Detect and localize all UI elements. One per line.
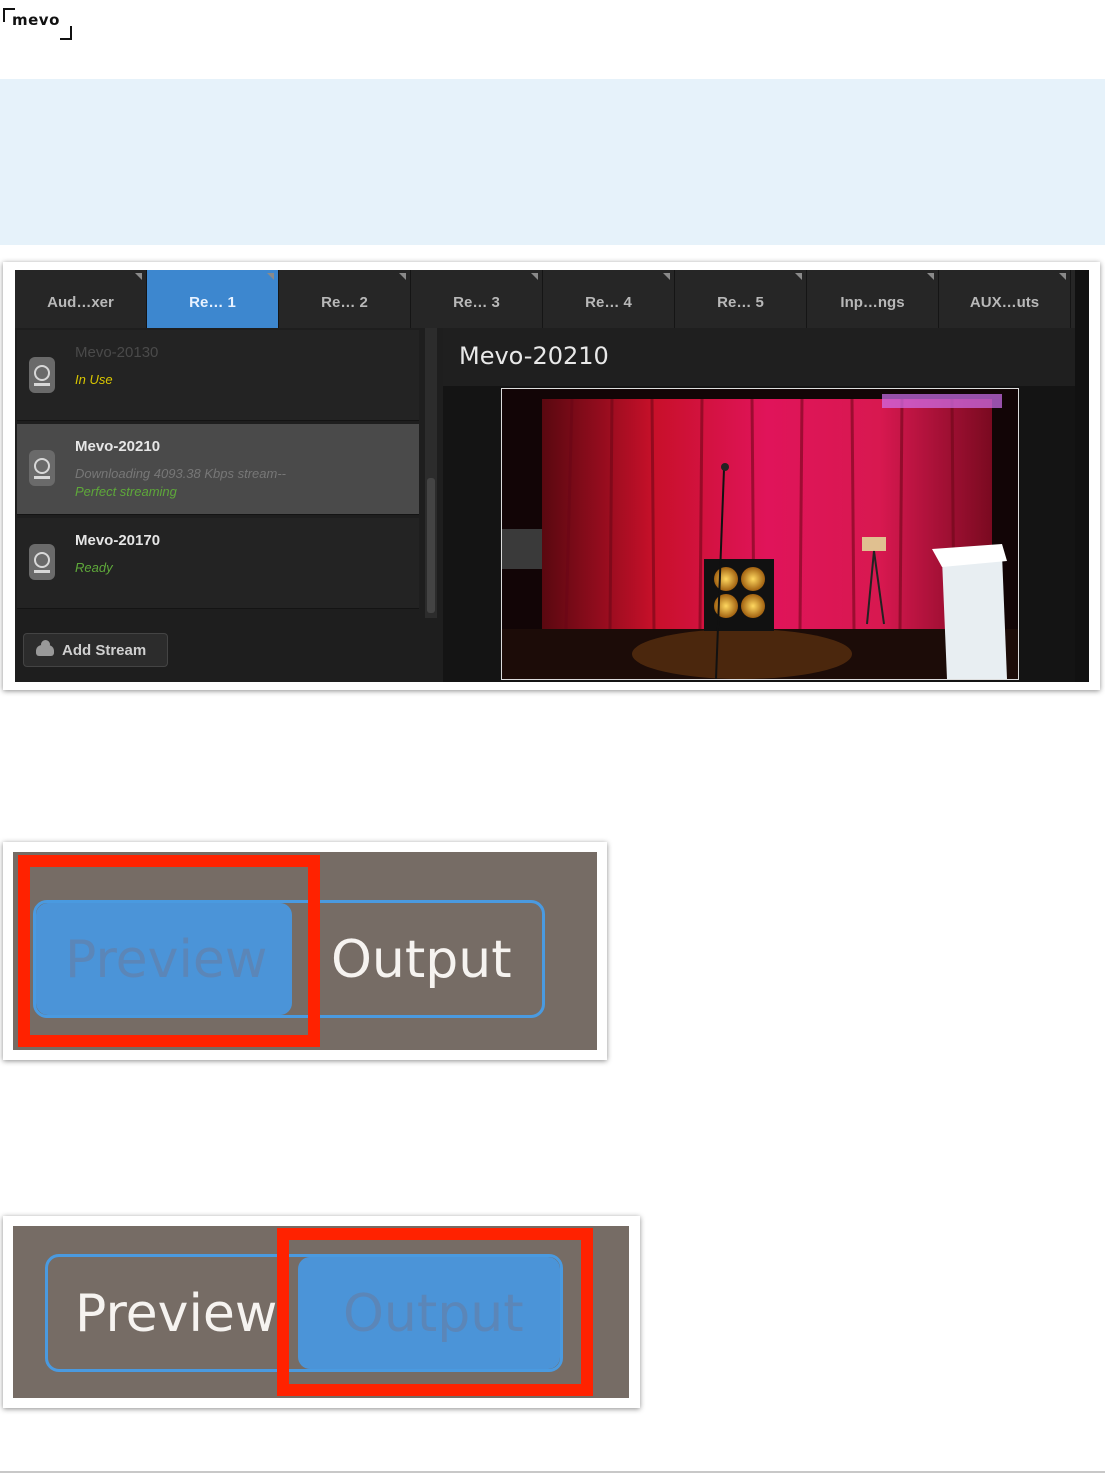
tab-audio-mixer[interactable]: Aud…xer: [15, 270, 147, 328]
camera-item[interactable]: Mevo-20130 In Use: [17, 330, 419, 421]
camera-icon: [29, 357, 55, 393]
camera-status: Ready: [75, 560, 113, 575]
camera-list-scrollbar[interactable]: [425, 328, 437, 618]
tab-label: Re… 4: [585, 293, 632, 311]
tab-remote-1[interactable]: Re… 1: [147, 270, 279, 328]
tab-remote-5[interactable]: Re… 5: [675, 270, 807, 328]
preview-title: Mevo-20210: [459, 342, 609, 370]
scrollbar-thumb[interactable]: [427, 478, 435, 613]
tab-corner-icon: [531, 273, 538, 280]
tab-input-settings[interactable]: Inp…ngs: [807, 270, 939, 328]
logo-text: mevo: [12, 11, 60, 29]
camera-list-panel: Mevo-20130 In Use Mevo-20210 Downloading…: [15, 328, 443, 682]
tab-label: Re… 3: [453, 293, 500, 311]
cloud-upload-icon: [36, 639, 54, 656]
tab-label: AUX…uts: [969, 293, 1040, 311]
tab-remote-3[interactable]: Re… 3: [411, 270, 543, 328]
tab-label: Aud…xer: [47, 293, 114, 311]
camera-item[interactable]: Mevo-20170 Ready: [17, 518, 419, 609]
stage-scene: [502, 389, 1018, 679]
note-banner: [0, 79, 1105, 245]
logo-corner-bottom-right: [60, 26, 72, 40]
tab-corner-icon: [795, 273, 802, 280]
highlight-box: [277, 1228, 593, 1396]
tab-remote-2[interactable]: Re… 2: [279, 270, 411, 328]
camera-status: In Use: [75, 372, 113, 387]
tab-remote-4[interactable]: Re… 4: [543, 270, 675, 328]
camera-icon: [29, 544, 55, 580]
tab-corner-icon: [267, 273, 274, 280]
camera-status-detail: Perfect streaming: [75, 484, 177, 499]
camera-preview-image[interactable]: [501, 388, 1019, 680]
camera-name: Mevo-20130: [75, 344, 159, 361]
tab-corner-icon: [1059, 273, 1066, 280]
tab-corner-icon: [399, 273, 406, 280]
add-stream-label: Add Stream: [62, 641, 147, 659]
camera-item-selected[interactable]: Mevo-20210 Downloading 4093.38 Kbps stre…: [17, 424, 419, 515]
preview-panel: Mevo-20210: [443, 328, 1075, 682]
add-stream-button[interactable]: Add Stream: [23, 633, 168, 667]
tab-label: Inp…ngs: [840, 293, 905, 311]
camera-icon: [29, 450, 55, 486]
window-scrollbar[interactable]: [1075, 270, 1089, 682]
highlight-box: [18, 855, 320, 1047]
mevo-logo: mevo: [0, 4, 74, 40]
tab-bar: Aud…xer Re… 1 Re… 2 Re… 3 Re… 4 Re… 5 In…: [15, 270, 1075, 328]
screenshot-output-toggle: Preview Output: [3, 1216, 640, 1408]
camera-status: Downloading 4093.38 Kbps stream--: [75, 466, 287, 481]
toggle-photo: Preview Output: [13, 1226, 629, 1398]
camera-name: Mevo-20210: [75, 438, 161, 455]
preview-label[interactable]: Preview: [75, 1284, 277, 1344]
screenshot-app-ui: Aud…xer Re… 1 Re… 2 Re… 3 Re… 4 Re… 5 In…: [3, 262, 1100, 690]
tab-corner-icon: [135, 273, 142, 280]
screenshot-preview-toggle: Preview Output: [3, 842, 607, 1060]
tab-label: Re… 5: [717, 293, 764, 311]
toggle-photo: Preview Output: [13, 852, 597, 1050]
tab-corner-icon: [927, 273, 934, 280]
output-label[interactable]: Output: [331, 930, 512, 990]
camera-name: Mevo-20170: [75, 532, 161, 549]
tab-label: Re… 2: [321, 293, 368, 311]
tab-label: Re… 1: [189, 293, 236, 311]
app-window: Aud…xer Re… 1 Re… 2 Re… 3 Re… 4 Re… 5 In…: [15, 270, 1089, 682]
tab-aux-outputs[interactable]: AUX…uts: [939, 270, 1071, 328]
tab-corner-icon: [663, 273, 670, 280]
